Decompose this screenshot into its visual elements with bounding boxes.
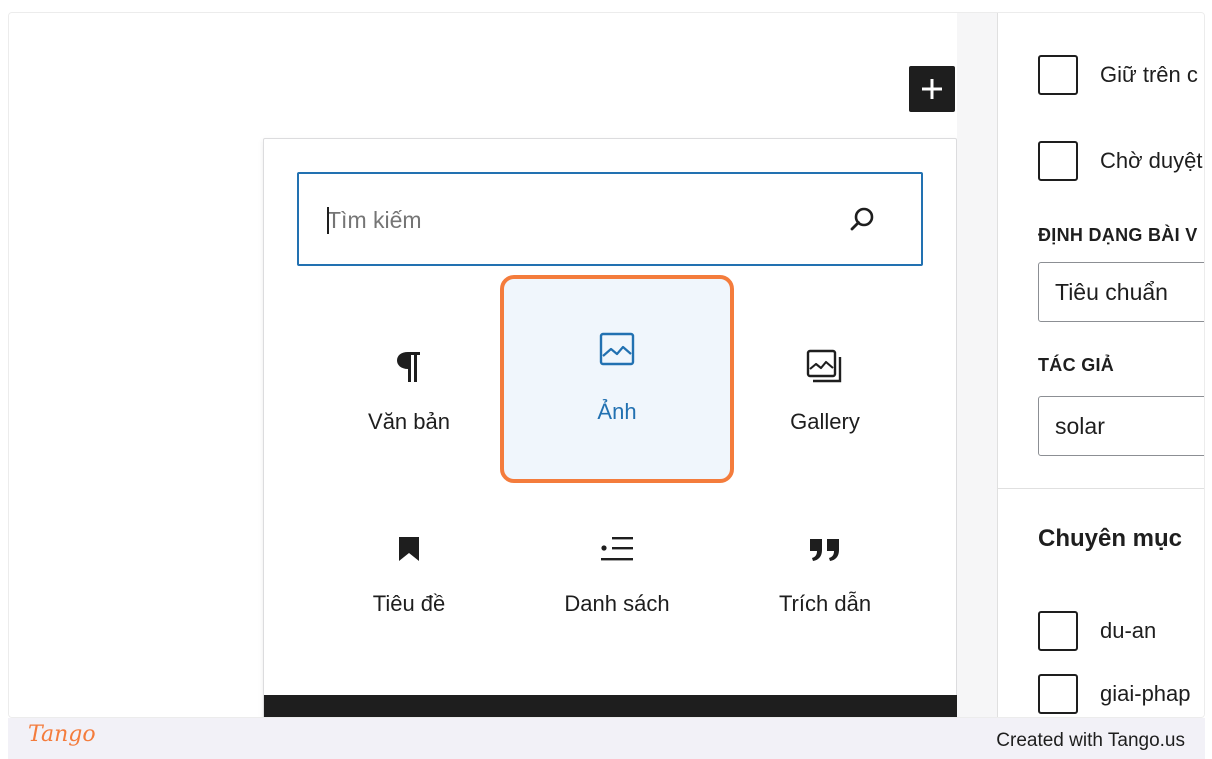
sticky-checkbox[interactable] [1038, 55, 1078, 95]
created-with-text: Created with Tango.us [996, 730, 1185, 751]
inserter-footer-bar [264, 695, 958, 717]
post-format-select[interactable]: Tiêu chuẩn [1038, 262, 1204, 322]
author-heading: TÁC GIẢ [1038, 355, 1115, 375]
block-image[interactable]: Ảnh [500, 275, 734, 483]
block-label: Danh sách [564, 591, 670, 616]
block-list-item[interactable]: Danh sách [512, 471, 722, 641]
block-label: Gallery [790, 409, 860, 434]
block-quote[interactable]: Trích dẫn [720, 471, 930, 641]
post-format-heading: ĐỊNH DẠNG BÀI V [1038, 225, 1198, 245]
author-select[interactable]: solar [1038, 396, 1204, 456]
tango-footer: Tango Created with Tango.us [8, 718, 1205, 759]
block-heading[interactable]: Tiêu đề [304, 471, 514, 641]
block-inserter-popover: Văn bản Ảnh [263, 138, 958, 717]
settings-sidebar: Giữ trên c Chờ duyệt ĐỊNH DẠNG BÀI V Tiê… [997, 13, 1204, 717]
categories-panel-title[interactable]: Chuyên mục [1038, 525, 1182, 553]
editor-canvas[interactable]: Văn bản Ảnh [9, 13, 958, 717]
add-block-button[interactable] [909, 66, 955, 112]
quote-icon [805, 529, 845, 569]
block-label: Trích dẫn [778, 591, 872, 616]
block-label: Tiêu đề [372, 591, 446, 616]
sticky-label: Giữ trên c [1100, 62, 1198, 87]
plus-icon [922, 79, 942, 99]
image-icon [597, 329, 637, 369]
category-checkbox[interactable] [1038, 674, 1078, 714]
block-search-box[interactable] [297, 172, 923, 266]
category-label: giai-phap [1100, 681, 1191, 706]
pending-review-checkbox[interactable] [1038, 141, 1078, 181]
pending-review-option[interactable]: Chờ duyệt [1038, 141, 1202, 181]
category-label: du-an [1100, 618, 1157, 643]
block-paragraph[interactable]: Văn bản [304, 289, 514, 459]
category-item-du-an[interactable]: du-an [1038, 611, 1156, 651]
search-input[interactable] [327, 200, 807, 240]
sticky-option[interactable]: Giữ trên c [1038, 55, 1198, 95]
block-gallery[interactable]: Gallery [720, 289, 930, 459]
list-icon [597, 529, 637, 569]
canvas-gutter [957, 13, 997, 717]
category-item-giai-phap[interactable]: giai-phap [1038, 674, 1191, 714]
block-label: Ảnh [597, 399, 637, 424]
text-caret [327, 207, 329, 234]
category-checkbox[interactable] [1038, 611, 1078, 651]
editor-window: Văn bản Ảnh [8, 12, 1205, 718]
tango-logo: Tango [28, 722, 96, 747]
pending-review-label: Chờ duyệt [1100, 148, 1203, 173]
paragraph-icon [389, 347, 429, 387]
block-label: Văn bản [368, 409, 450, 434]
search-icon[interactable] [847, 204, 879, 236]
sidebar-divider [998, 488, 1204, 489]
heading-bookmark-icon [389, 529, 429, 569]
gallery-icon [805, 347, 845, 387]
